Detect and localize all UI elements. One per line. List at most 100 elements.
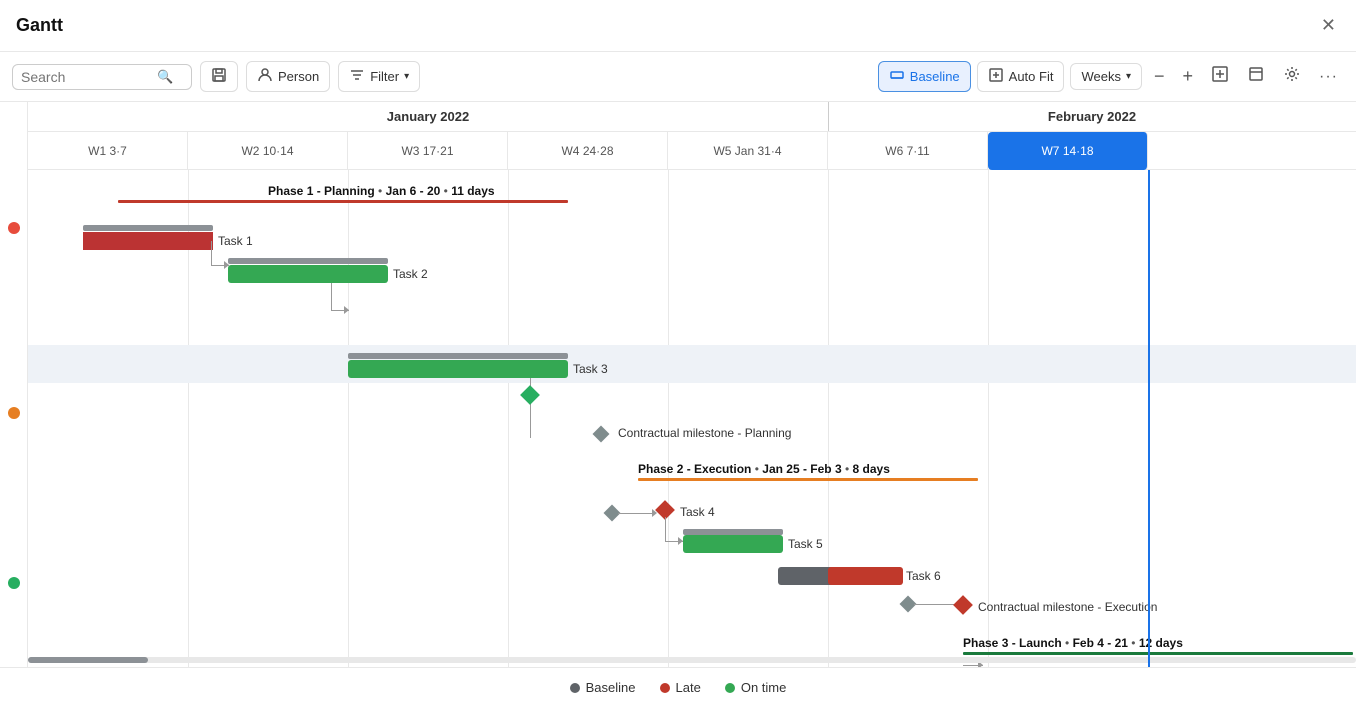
task4-label: Task 4	[680, 505, 715, 519]
grid-line-5	[828, 170, 829, 707]
phase2-baseline-bar	[638, 478, 978, 481]
export-button[interactable]	[1205, 61, 1235, 92]
task3-label: Task 3	[573, 362, 608, 376]
task6-bar[interactable]	[828, 567, 903, 585]
week-row: W1 3·7 W2 10·14 W3 17·21 W4 24·28 W5 Jan…	[28, 132, 1356, 170]
grid-line-1	[188, 170, 189, 707]
chart-body: Phase 1 - Planning • Jan 6 - 20 • 11 day…	[28, 170, 1356, 707]
month-divider	[828, 102, 829, 131]
task2-label: Task 2	[393, 267, 428, 281]
filter-label: Filter	[370, 69, 399, 84]
legend-ontime-label: On time	[741, 680, 787, 695]
task3-bar[interactable]	[348, 360, 568, 378]
week-w4: W4 24·28	[508, 132, 668, 170]
week-w3: W3 17·21	[348, 132, 508, 170]
dep-t4-t5-v	[665, 517, 666, 542]
save-icon	[211, 67, 227, 86]
search-icon: 🔍	[157, 69, 173, 85]
phase1-baseline-bar	[118, 200, 568, 203]
toolbar: 🔍 Person Filter ▾	[0, 52, 1356, 102]
row-highlight-task3	[28, 345, 1356, 383]
baseline-icon	[889, 67, 905, 86]
month-january: January 2022	[28, 102, 828, 132]
autofit-button[interactable]: Auto Fit	[977, 61, 1065, 92]
legend-ontime-dot	[725, 683, 735, 693]
close-button[interactable]: ✕	[1317, 11, 1340, 40]
milestone2-red-diamond[interactable]	[953, 595, 973, 615]
milestone1-diamond-gray[interactable]	[593, 426, 610, 443]
window-title: Gantt	[16, 15, 63, 36]
settings-button[interactable]	[1277, 61, 1307, 92]
autofit-label: Auto Fit	[1009, 69, 1054, 84]
gantt-chart: January 2022 February 2022 W1 3·7 W2 10·…	[28, 102, 1356, 707]
save-button[interactable]	[200, 61, 238, 92]
zoom-button[interactable]: Weeks ▾	[1070, 63, 1142, 90]
scrollbar-track[interactable]	[28, 657, 1356, 663]
zoom-chevron-icon: ▾	[1126, 71, 1131, 82]
month-row: January 2022 February 2022	[28, 102, 1356, 132]
baseline-label: Baseline	[910, 69, 960, 84]
zoom-out-button[interactable]: −	[1148, 62, 1171, 91]
legend: Baseline Late On time	[0, 667, 1356, 707]
phase1-label: Phase 1 - Planning • Jan 6 - 20 • 11 day…	[268, 184, 495, 198]
dep-t2-t3-v	[331, 283, 332, 311]
week-w7-current: W7 14·18	[988, 132, 1148, 170]
task1-bar[interactable]	[83, 232, 213, 250]
week-w1: W1 3·7	[28, 132, 188, 170]
milestone1-diamond-green[interactable]	[520, 385, 540, 405]
phase2-dot	[8, 407, 20, 419]
today-line	[1148, 170, 1150, 707]
dep-m1-t4-h	[618, 513, 653, 514]
baseline-button[interactable]: Baseline	[878, 61, 971, 92]
task3-baseline	[348, 353, 568, 359]
zoom-label: Weeks	[1081, 69, 1121, 84]
milestone1-label: Contractual milestone - Planning	[618, 426, 791, 440]
task6-label: Task 6	[906, 569, 941, 583]
phase2-label: Phase 2 - Execution • Jan 25 - Feb 3 • 8…	[638, 462, 890, 476]
legend-baseline-label: Baseline	[586, 680, 636, 695]
filter-icon	[349, 67, 365, 86]
grid-line-6	[988, 170, 989, 707]
phase1-dot	[8, 222, 20, 234]
gantt-sidebar	[0, 102, 28, 707]
fullscreen-button[interactable]	[1241, 61, 1271, 92]
autofit-icon	[988, 67, 1004, 86]
task5-label: Task 5	[788, 537, 823, 551]
toolbar-right: Baseline Auto Fit Weeks ▾ − +	[878, 61, 1344, 92]
filter-chevron-icon: ▾	[404, 71, 409, 82]
phase3-dot	[8, 577, 20, 589]
search-input[interactable]	[21, 69, 151, 85]
more-button[interactable]: ···	[1313, 64, 1344, 90]
week-w6: W6 7·11	[828, 132, 988, 170]
week-w2: W2 10·14	[188, 132, 348, 170]
legend-ontime: On time	[725, 680, 787, 695]
task5-baseline	[683, 529, 783, 535]
m2-h-line	[914, 604, 954, 605]
phase3-baseline-bar	[963, 652, 1353, 655]
person-label: Person	[278, 69, 319, 84]
dep-t1-t2-v	[211, 241, 212, 266]
task1-label: Task 1	[218, 234, 253, 248]
search-box: 🔍	[12, 64, 192, 90]
person-button[interactable]: Person	[246, 61, 330, 92]
month-february: February 2022	[828, 102, 1356, 132]
scrollbar-thumb[interactable]	[28, 657, 148, 663]
legend-baseline-dot	[570, 683, 580, 693]
legend-late-dot	[660, 683, 670, 693]
grid-line-3	[508, 170, 509, 707]
task2-baseline	[228, 258, 388, 264]
task1-baseline	[83, 225, 213, 231]
task5-bar[interactable]	[683, 535, 783, 553]
gantt-area: January 2022 February 2022 W1 3·7 W2 10·…	[0, 102, 1356, 707]
task2-bar[interactable]	[228, 265, 388, 283]
legend-late: Late	[660, 680, 701, 695]
filter-button[interactable]: Filter ▾	[338, 61, 420, 92]
dep-t2-t3-arrow	[344, 306, 349, 314]
zoom-in-button[interactable]: +	[1177, 62, 1200, 91]
milestone2-label: Contractual milestone - Execution	[978, 600, 1157, 614]
person-icon	[257, 67, 273, 86]
grid-line-2	[348, 170, 349, 707]
window-header: Gantt ✕	[0, 0, 1356, 52]
legend-late-label: Late	[676, 680, 701, 695]
week-w5: W5 Jan 31·4	[668, 132, 828, 170]
